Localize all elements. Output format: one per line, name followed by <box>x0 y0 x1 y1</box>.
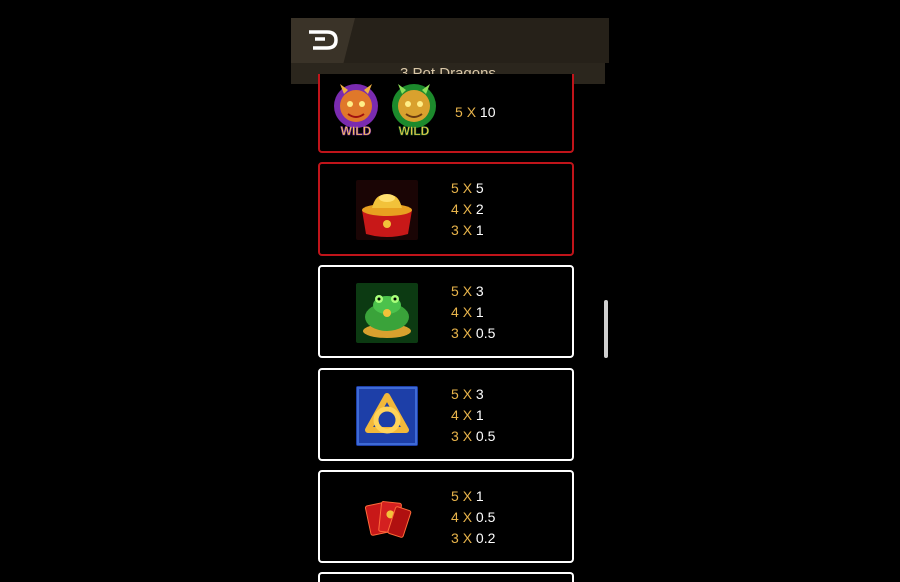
wild-label: WILD <box>341 124 372 138</box>
back-arrow-icon <box>309 30 338 50</box>
jade-toad-icon <box>356 283 418 343</box>
red-dragon-wild-icon: WILD <box>334 84 378 138</box>
payout-list: 5 X 3 4 X 1 3 X 0.5 <box>451 281 495 344</box>
payout-line: 5 X 3 <box>451 283 484 299</box>
payout-line: 4 X 2 <box>451 201 484 217</box>
golden-knot-icon <box>356 386 418 446</box>
payout-line: 4 X 1 <box>451 304 484 320</box>
payout-list: 5 X 1 4 X 0.5 3 X 0.2 <box>451 486 495 549</box>
paytable-card-partial <box>318 572 574 582</box>
payout-line: 5 X 1 <box>451 488 484 504</box>
payout-line: 5 X 10 <box>455 104 496 120</box>
payout-line: 4 X 0.5 <box>451 509 496 525</box>
red-envelopes-icon <box>364 501 412 538</box>
paytable-card-jade-toad: 5 X 3 4 X 1 3 X 0.5 <box>318 265 574 358</box>
paytable-card-wild: WILD WILD 5 X 10 <box>318 74 574 153</box>
paytable-card-gold-pot: 5 X 5 4 X 2 3 X 1 <box>318 162 574 256</box>
payout-line: 3 X 0.2 <box>451 530 496 546</box>
top-bar <box>291 18 609 63</box>
gold-ingot-pot-icon <box>356 180 418 240</box>
paytable-panel: 3 Pot Dragons WILD WILD 5 X 10 <box>291 18 609 582</box>
payout-list: 5 X 5 4 X 2 3 X 1 <box>451 178 484 241</box>
scrollbar-thumb[interactable] <box>604 300 608 358</box>
wild-label: WILD <box>399 124 430 138</box>
payout-line: 3 X 0.5 <box>451 325 496 341</box>
payout-line: 3 X 0.5 <box>451 428 496 444</box>
back-button[interactable] <box>291 18 355 63</box>
green-dragon-wild-icon: WILD <box>392 84 436 138</box>
paytable-card-golden-knot: 5 X 3 4 X 1 3 X 0.5 <box>318 368 574 461</box>
payout-line: 4 X 1 <box>451 407 484 423</box>
paytable-card-red-envelopes: 5 X 1 4 X 0.5 3 X 0.2 <box>318 470 574 563</box>
payout-list: 5 X 3 4 X 1 3 X 0.5 <box>451 384 495 447</box>
payout-line: 3 X 1 <box>451 222 484 238</box>
payout-line: 5 X 5 <box>451 180 484 196</box>
payout-line: 5 X 3 <box>451 386 484 402</box>
